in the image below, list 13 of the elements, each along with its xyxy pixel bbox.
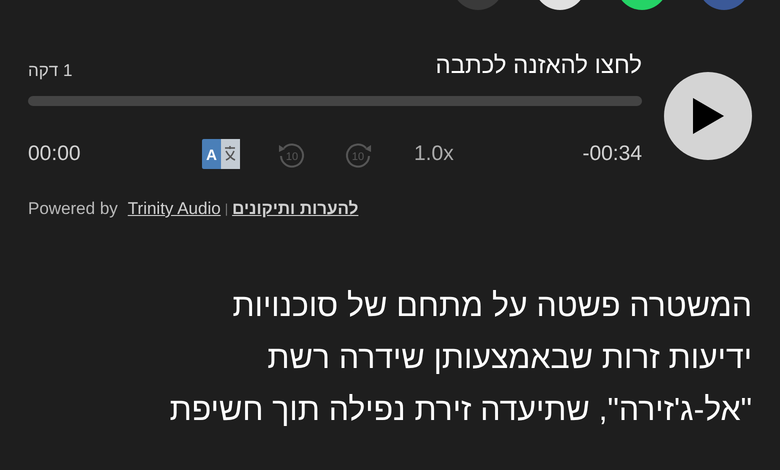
progress-track[interactable] [28, 96, 642, 106]
powered-by-label: Powered by [28, 198, 118, 220]
duration-label: 1 דקה [28, 60, 72, 82]
player-title: לחצו להאזנה לכתבה [436, 51, 642, 81]
brand-link[interactable]: Trinity Audio [128, 196, 221, 222]
article-paragraph: המשטרה פשטה על מתחם של סוכנויות ידיעות זרות שבאמצעותן שידרה רשת "אל-ג'זירה", שתיעדה זירת נפילה תוך חשיפת [168, 286, 753, 428]
play-icon [691, 97, 725, 135]
elapsed-time: 00:00 [28, 141, 82, 168]
separator: | [224, 200, 228, 218]
translate-icon[interactable]: A [202, 139, 240, 169]
remaining-time: -00:34 [582, 141, 642, 168]
feedback-link[interactable]: להערות ותיקונים [232, 196, 358, 222]
speed-button[interactable]: 1.0x [414, 138, 454, 170]
